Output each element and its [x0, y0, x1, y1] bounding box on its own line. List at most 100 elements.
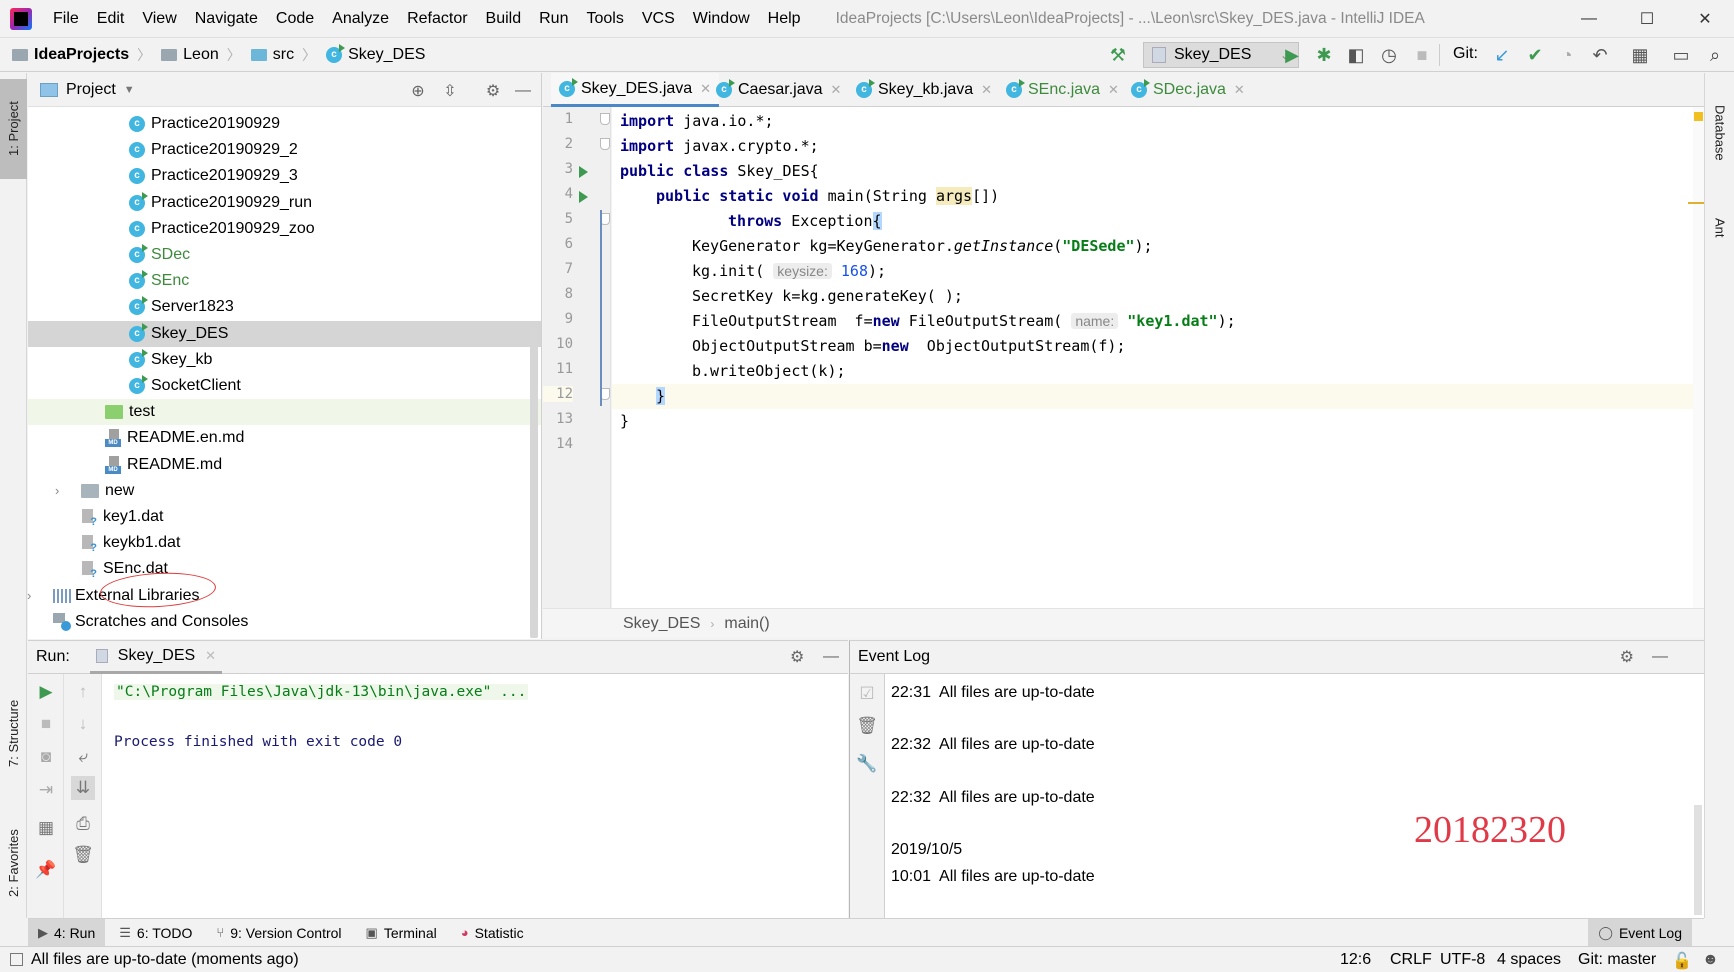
tree-item[interactable]: keykb1.dat: [28, 530, 541, 556]
dump-threads-camera-icon[interactable]: ◙: [34, 745, 58, 769]
print-icon[interactable]: ⎙: [71, 812, 95, 836]
stop-icon[interactable]: ■: [34, 712, 58, 736]
menu-refactor[interactable]: Refactor: [398, 10, 476, 28]
scroll-to-end-icon[interactable]: ⇊: [71, 776, 95, 800]
status-message[interactable]: All files are up-to-date (moments ago): [31, 951, 299, 969]
run-console[interactable]: "C:\Program Files\Java\jdk-13\bin\java.e…: [102, 674, 848, 918]
caret-down-icon[interactable]: ▼: [124, 84, 135, 96]
git-history-clock-icon[interactable]: ◔: [1556, 44, 1578, 66]
build-hammer-icon[interactable]: ⚒: [1107, 44, 1129, 66]
run-main-gutter-icon[interactable]: [579, 191, 588, 203]
layout-icon[interactable]: ▦: [34, 816, 58, 840]
line-separator[interactable]: CRLF: [1390, 951, 1432, 969]
tool-tab-todo[interactable]: ☰ 6: TODO: [109, 919, 202, 947]
menu-help[interactable]: Help: [759, 10, 810, 28]
git-rollback-icon[interactable]: ↶: [1589, 44, 1611, 66]
tree-item[interactable]: key1.dat: [28, 504, 541, 530]
locate-file-target-icon[interactable]: ⊕: [408, 81, 428, 101]
menu-file[interactable]: File: [44, 10, 88, 28]
hide-panel-icon[interactable]: —: [513, 81, 533, 101]
debug-bug-icon[interactable]: ✱: [1313, 44, 1335, 66]
menu-view[interactable]: View: [133, 10, 185, 28]
project-scrollbar[interactable]: [530, 328, 538, 638]
expand-arrow-icon[interactable]: ›: [27, 588, 31, 603]
terminal-window-icon[interactable]: ▭: [1670, 44, 1692, 66]
tool-tab-statistic[interactable]: ◕ Statistic: [451, 919, 534, 947]
tree-item[interactable]: test: [28, 399, 541, 426]
tree-item[interactable]: SEnc.dat: [28, 556, 541, 582]
caret-position[interactable]: 12:6: [1340, 951, 1371, 969]
tree-item[interactable]: c Skey_DES: [28, 320, 541, 347]
tree-item[interactable]: c Practice20190929_2: [28, 137, 541, 163]
stop-icon[interactable]: ■: [1411, 44, 1433, 66]
menu-vcs[interactable]: VCS: [633, 10, 684, 28]
tree-item[interactable]: › new: [28, 478, 541, 504]
tool-tab-version-control[interactable]: ⑂ 9: Version Control: [206, 919, 351, 947]
file-encoding[interactable]: UTF-8: [1440, 951, 1485, 969]
event-log-scrollbar[interactable]: [1694, 805, 1702, 915]
menu-run[interactable]: Run: [530, 10, 577, 28]
tree-item[interactable]: README.md: [28, 452, 541, 478]
exit-icon[interactable]: ⇥: [34, 778, 58, 802]
tree-item[interactable]: c Practice20190929_run: [28, 190, 541, 216]
pin-icon[interactable]: 📌: [34, 858, 58, 882]
tree-item[interactable]: Scratches and Consoles: [28, 609, 541, 635]
git-commit-check-icon[interactable]: ✔: [1524, 44, 1546, 66]
settings-gear-icon[interactable]: ⚙: [1620, 647, 1634, 667]
tree-item[interactable]: c Practice20190929_3: [28, 163, 541, 189]
menu-window[interactable]: Window: [684, 10, 759, 28]
menu-tools[interactable]: Tools: [577, 10, 632, 28]
tree-item[interactable]: c Skey_kb: [28, 347, 541, 373]
run-tab-skey-des[interactable]: Skey_DES ✕: [89, 640, 223, 674]
hide-panel-icon[interactable]: —: [823, 648, 839, 666]
breadcrumb-leon[interactable]: Leon: [161, 46, 219, 64]
run-with-coverage-icon[interactable]: ◧: [1345, 44, 1367, 66]
close-window-button[interactable]: ✕: [1676, 0, 1734, 38]
tree-item[interactable]: c SDec: [28, 242, 541, 268]
settings-gear-icon[interactable]: ⚙: [483, 81, 503, 101]
close-tab-icon[interactable]: ✕: [1108, 82, 1119, 98]
down-arrow-icon[interactable]: ↓: [71, 712, 95, 736]
menu-edit[interactable]: Edit: [88, 10, 134, 28]
breadcrumb-src[interactable]: src: [250, 46, 294, 64]
run-icon[interactable]: ▶: [1281, 44, 1303, 66]
tree-item[interactable]: › External Libraries: [27, 583, 541, 609]
project-structure-icon[interactable]: ▦: [1629, 44, 1651, 66]
indent-setting[interactable]: 4 spaces: [1497, 951, 1561, 969]
collapse-all-icon[interactable]: ⇳: [440, 81, 460, 101]
tree-item[interactable]: c SEnc: [28, 268, 541, 294]
tool-window-ant[interactable]: Ant: [1705, 193, 1734, 263]
maximize-button[interactable]: ☐: [1618, 0, 1676, 38]
tool-tab-run[interactable]: ▶ 4: Run: [28, 918, 106, 947]
inspector-face-icon[interactable]: ☻: [1702, 951, 1719, 969]
lock-icon[interactable]: 🔓: [1672, 951, 1692, 971]
git-update-icon[interactable]: ↙: [1491, 44, 1513, 66]
close-tab-icon[interactable]: ✕: [981, 82, 992, 98]
fold-marker-icon[interactable]: [600, 138, 610, 150]
clear-trash-icon[interactable]: 🗑: [71, 843, 95, 867]
close-tab-icon[interactable]: ✕: [205, 648, 216, 664]
tab-sdec-java[interactable]: c SDec.java ✕: [1123, 73, 1253, 107]
search-everywhere-icon[interactable]: ⌕: [1704, 44, 1726, 66]
rerun-icon[interactable]: ▶: [34, 680, 58, 704]
close-tab-icon[interactable]: ✕: [1234, 82, 1245, 98]
tree-item[interactable]: c SocketClient: [28, 373, 541, 399]
tree-item[interactable]: c Practice20190929_zoo: [28, 216, 541, 242]
tree-item[interactable]: c Server1823: [28, 294, 541, 320]
tool-window-project[interactable]: 1: Project: [0, 79, 27, 179]
tool-tab-event-log[interactable]: ◯ Event Log: [1588, 919, 1692, 947]
breadcrumb-class[interactable]: Skey_DES: [623, 615, 700, 633]
minimize-button[interactable]: —: [1560, 0, 1618, 38]
run-configuration-dropdown[interactable]: Skey_DES ⌄: [1143, 42, 1299, 68]
menu-analyze[interactable]: Analyze: [323, 10, 398, 28]
menu-navigate[interactable]: Navigate: [186, 10, 267, 28]
code-editor[interactable]: import java.io.*; import javax.crypto.*;…: [612, 107, 1704, 608]
soft-wrap-icon[interactable]: ⤶: [71, 745, 95, 769]
stripe-marker[interactable]: [1688, 202, 1704, 204]
expand-arrow-icon[interactable]: ›: [55, 483, 59, 498]
error-stripe[interactable]: [1693, 107, 1704, 608]
run-class-gutter-icon[interactable]: [579, 166, 588, 178]
hide-panel-icon[interactable]: —: [1652, 648, 1668, 666]
breadcrumb-method[interactable]: main(): [724, 615, 769, 633]
project-view-selector[interactable]: Project: [66, 81, 116, 99]
